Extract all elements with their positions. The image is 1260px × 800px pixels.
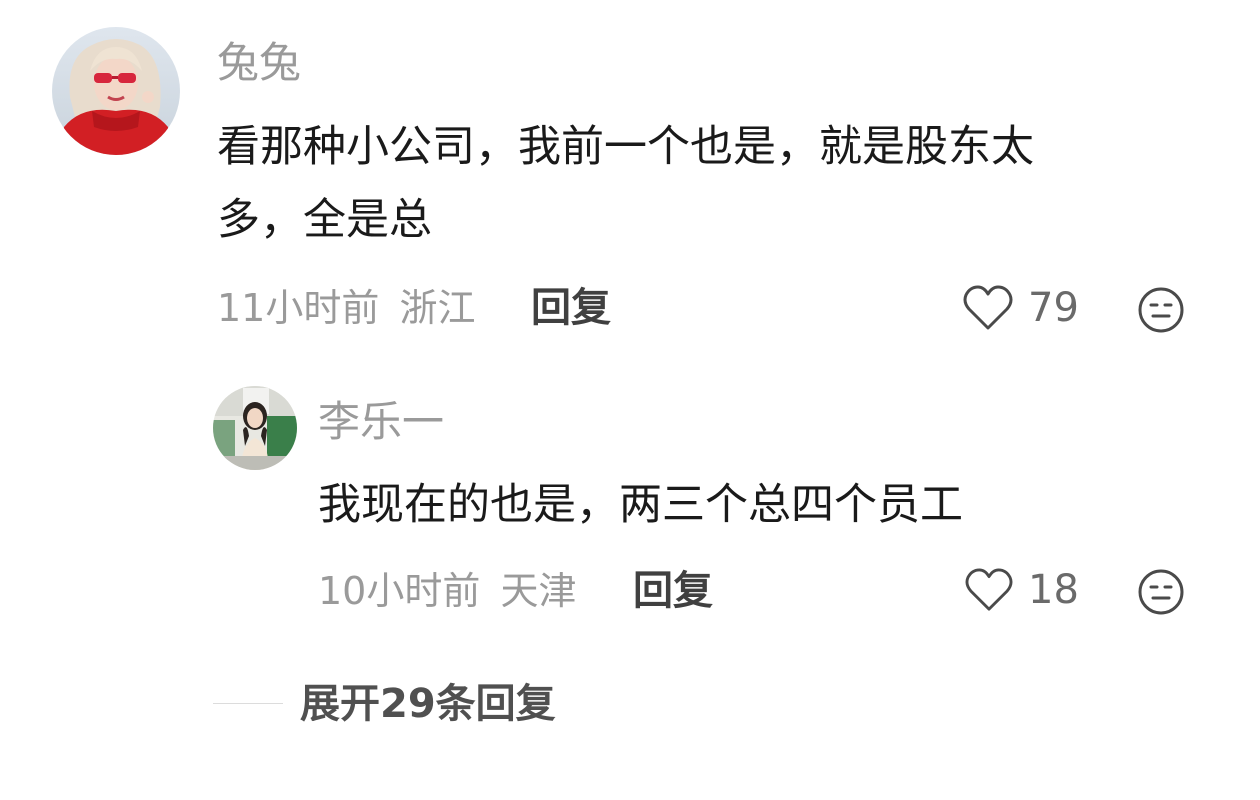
like-button[interactable]: 79 (962, 284, 1079, 332)
emoji-reaction-button[interactable] (1137, 286, 1185, 334)
heart-outline-icon (963, 285, 1013, 330)
avatar[interactable] (52, 27, 180, 155)
expand-replies-button[interactable]: 展开29条回复 (300, 684, 556, 724)
reply-text: 我现在的也是，两三个总四个员工 (318, 480, 963, 530)
reply-avatar[interactable] (213, 386, 297, 470)
reply-time-text: 10小时前 (318, 569, 481, 613)
comment-username[interactable]: 兔兔 (217, 42, 301, 84)
like-count: 79 (1028, 285, 1079, 331)
avatar-image (52, 27, 180, 155)
reply-time: 10小时前 天津 (318, 572, 576, 610)
reply-like-button[interactable]: 18 (964, 567, 1079, 613)
reply-location: 天津 (500, 569, 577, 613)
heart-outline-icon (965, 568, 1013, 611)
comment-location: 浙江 (399, 286, 476, 330)
neutral-face-icon (1138, 569, 1184, 615)
comment-time: 11小时前 浙江 (217, 289, 475, 327)
reply-button[interactable]: 回复 (531, 288, 611, 328)
reply-avatar-image (213, 386, 297, 470)
comment-time-text: 11小时前 (217, 286, 380, 330)
reply-username[interactable]: 李乐一 (318, 401, 444, 443)
neutral-face-icon (1138, 287, 1184, 333)
comment-text-line-2: 多，全是总 (217, 195, 432, 245)
comment-text-line-1: 看那种小公司，我前一个也是，就是股东太 (217, 122, 1034, 172)
reply-reply-button[interactable]: 回复 (633, 571, 713, 611)
expand-divider (213, 703, 283, 704)
reply-like-count: 18 (1028, 567, 1079, 613)
reply-emoji-reaction-button[interactable] (1137, 568, 1185, 616)
